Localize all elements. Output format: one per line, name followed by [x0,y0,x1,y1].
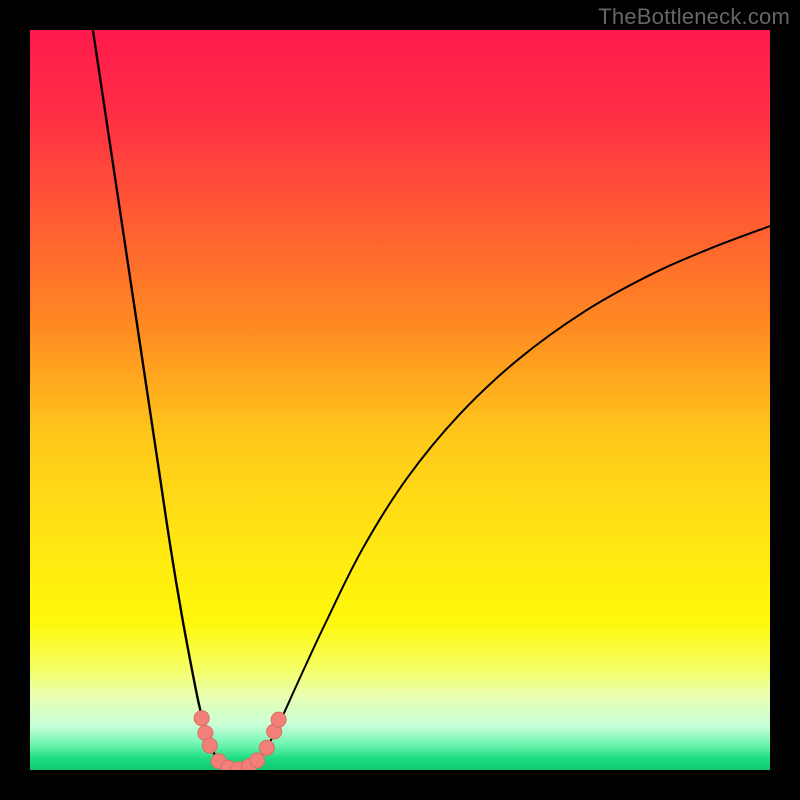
trough-marker [202,738,217,753]
trough-marker [259,740,274,755]
bottleneck-chart [30,30,770,770]
stage: TheBottleneck.com [0,0,800,800]
trough-marker [250,753,265,768]
gradient-background [30,30,770,770]
trough-marker [271,712,286,727]
watermark-text: TheBottleneck.com [598,4,790,30]
trough-marker [194,711,209,726]
plot-area [30,30,770,770]
